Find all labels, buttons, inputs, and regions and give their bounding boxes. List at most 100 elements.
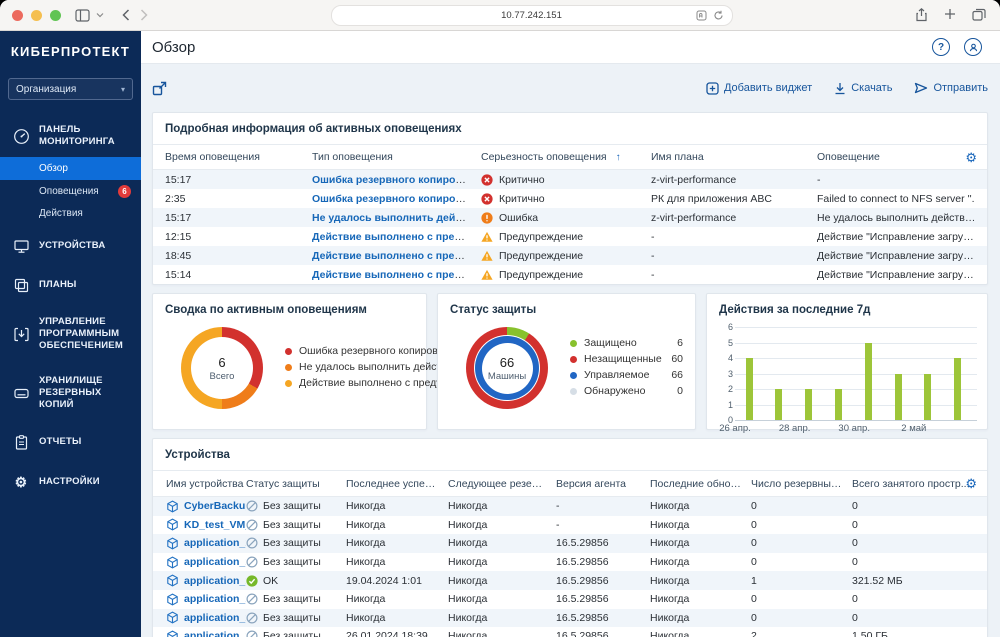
sidebar-item-devices[interactable]: УСТРОЙСТВА [0,230,141,263]
alert-type-link[interactable]: Действие выполнено с предупрежден... [312,250,481,262]
alert-plan: - [651,269,817,281]
column-device-name[interactable]: Имя устройства [153,478,246,490]
device-icon [166,611,179,624]
sidebar-item-backup-storage[interactable]: ХРАНИЛИЩЕ РЕЗЕРВНЫХ КОПИЙ [0,367,141,420]
device-last-backup: Никогда [346,500,448,512]
browser-forward-icon[interactable] [140,9,148,21]
sidebar-item-plans[interactable]: ПЛАНЫ [0,269,141,302]
device-total-space: 0 [852,537,987,549]
device-icon [166,593,179,606]
sidebar-item-monitoring[interactable]: ПАНЕЛЬ МОНИТОРИНГА [0,116,141,157]
y-axis: 0123456 [721,327,735,421]
device-last-update: Никогда [650,556,751,568]
alert-type-link[interactable]: Действие выполнено с предупрежден... [312,269,481,281]
column-alert-message[interactable]: Оповещение [817,151,987,163]
widget-title: Действия за последние 7д [707,294,987,325]
device-row[interactable]: application_1011...Без защитыНикогдаНико… [153,609,987,628]
column-plan-name[interactable]: Имя плана [651,151,817,163]
device-row[interactable]: application_1011...Без защитыНикогдаНико… [153,553,987,572]
device-last-backup: Никогда [346,519,448,531]
device-name-link[interactable]: application_1064... [184,593,246,605]
sidebar-item-alerts[interactable]: Оповещения 6 [0,180,141,203]
reader-icon[interactable] [696,10,707,21]
activities-widget: Действия за последние 7д 0123456 26 апр.… [706,293,988,430]
share-icon[interactable] [915,8,928,22]
column-last-backup[interactable]: Последнее успешное ... [346,478,448,490]
device-status: Без защиты [246,593,346,605]
add-widget-button[interactable]: Добавить виджет [706,82,812,95]
sidebar-item-overview[interactable]: Обзор [0,157,141,180]
window-zoom-button[interactable] [50,10,61,21]
alert-severity: Предупреждение [481,231,651,243]
popout-icon[interactable] [152,81,167,96]
column-agent-version[interactable]: Версия агента [556,478,650,490]
device-row[interactable]: application_1010...OK19.04.2024 1:01Нико… [153,571,987,590]
new-tab-icon[interactable] [944,8,956,20]
alert-row[interactable]: 15:17Ошибка резервного копированияКритич… [153,170,987,189]
alert-type-link[interactable]: Ошибка резервного копирования [312,174,481,186]
column-last-update[interactable]: Последние обновлени... [650,478,751,490]
devices-card-title: Устройства [153,439,987,470]
column-protection-status[interactable]: Статус защиты [246,478,346,490]
device-row[interactable]: application_1064...Без защитыНикогдаНико… [153,590,987,609]
organization-selector[interactable]: Организация ▾ [8,78,133,100]
device-name-link[interactable]: application_1064... [184,630,246,637]
alert-row[interactable]: 12:15Действие выполнено с предупрежден..… [153,227,987,246]
alerts-total-label: Всего [210,371,235,382]
column-alert-severity[interactable]: Серьезность оповещения ↑ [481,151,651,163]
window-close-button[interactable] [12,10,23,21]
alert-row[interactable]: 15:14Действие выполнено с предупрежден..… [153,265,987,284]
browser-chrome: 10.77.242.151 [0,0,1000,31]
device-row[interactable]: KD_test_VM_for_...Без защитыНикогдаНиког… [153,516,987,535]
browser-sidebar-icon[interactable] [75,9,90,22]
device-name-link[interactable]: application_1010... [184,575,246,587]
send-button[interactable]: Отправить [914,82,988,94]
table-settings-gear-icon[interactable]: ⚙ [965,477,977,490]
alert-row[interactable]: 15:17Не удалось выполнить действиеОшибка… [153,208,987,227]
alert-row[interactable]: 18:45Действие выполнено с предупрежден..… [153,246,987,265]
device-name-link[interactable]: application_1011... [184,612,246,624]
account-icon[interactable] [964,38,982,56]
sidebar-item-reports[interactable]: ОТЧЕТЫ [0,426,141,459]
legend-dot [570,340,577,347]
legend-dot [570,356,577,363]
device-row[interactable]: application_1011...Без защитыНикогдаНико… [153,534,987,553]
browser-back-icon[interactable] [122,9,130,21]
device-row[interactable]: application_1064...Без защиты26.01.2024 … [153,627,987,637]
reload-icon[interactable] [713,10,724,21]
device-status: Без защиты [246,519,346,531]
device-row[interactable]: CyberBackup_Ag...Без защитыНикогдаНикогд… [153,497,987,516]
alert-type-link[interactable]: Не удалось выполнить действие [312,212,481,224]
window-minimize-button[interactable] [31,10,42,21]
download-button[interactable]: Скачать [834,82,892,95]
device-total-space: 0 [852,500,987,512]
device-last-backup: 26.01.2024 18:39 [346,630,448,637]
column-next-backup[interactable]: Следующее резервно... [448,478,556,490]
bar [895,374,902,421]
gauge-icon [12,128,30,145]
sidebar-item-settings[interactable]: ⚙ НАСТРОЙКИ [0,465,141,499]
device-name-link[interactable]: KD_test_VM_for_... [184,519,246,531]
alert-type-link[interactable]: Действие выполнено с предупрежден... [312,231,481,243]
chevron-down-icon[interactable] [96,12,104,18]
device-name-link[interactable]: CyberBackup_Ag... [184,500,246,512]
alert-row[interactable]: 2:35Ошибка резервного копированияКритичн… [153,189,987,208]
help-icon[interactable]: ? [932,38,950,56]
sidebar-item-software-management[interactable]: УПРАВЛЕНИЕ ПРОГРАММНЫМ ОБЕСПЕЧЕНИЕМ [0,308,141,361]
sidebar-item-activities[interactable]: Действия [0,203,141,224]
protection-legend-item: Управляемое66 [570,369,683,381]
device-next-backup: Никогда [448,630,556,637]
legend-label: Действие выполнено с преду... [299,377,449,389]
gridline [735,343,977,344]
tab-overview-icon[interactable] [972,8,986,21]
address-bar[interactable]: 10.77.242.151 [331,5,733,26]
device-next-backup: Никогда [448,537,556,549]
column-alert-type[interactable]: Тип оповещения [312,151,481,163]
table-settings-gear-icon[interactable]: ⚙ [965,151,977,164]
device-name-link[interactable]: application_1011... [184,556,246,568]
alert-type-link[interactable]: Ошибка резервного копирования [312,193,481,205]
column-alert-time[interactable]: Время оповещения [153,151,312,163]
protection-legend-item: Защищено6 [570,337,683,349]
device-name-link[interactable]: application_1011... [184,537,246,549]
column-backups-count[interactable]: Число резервных копий [751,478,852,490]
